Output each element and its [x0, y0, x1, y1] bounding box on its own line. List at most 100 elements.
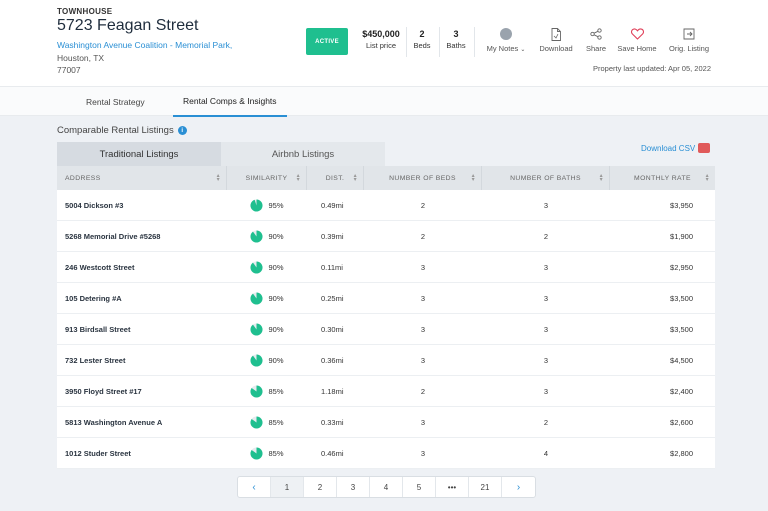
tab-rental-strategy[interactable]: Rental Strategy: [76, 87, 155, 117]
similarity-value: 85%: [268, 417, 284, 427]
similarity-value: 90%: [268, 355, 284, 365]
beds-cell: 2: [420, 200, 426, 210]
download-csv-link[interactable]: Download CSV: [641, 143, 711, 153]
baths-cell: 3: [543, 386, 549, 396]
sort-icon: ▴ ▾: [296, 173, 300, 183]
beds-cell: 2: [420, 231, 426, 241]
prev-page-button[interactable]: ‹: [238, 477, 271, 497]
table-row[interactable]: 5268 Memorial Drive #5268 90% 0.39mi 2 2 $1,9…: [57, 221, 715, 252]
share-button[interactable]: Share: [582, 27, 610, 53]
address-cell[interactable]: 5813 Washington Avenue A: [57, 407, 227, 437]
table-row[interactable]: 105 Detering #A 90% 0.25mi 3 3 $3,500: [57, 283, 715, 314]
address-cell[interactable]: 3950 Floyd Street #17: [57, 376, 227, 406]
page-button[interactable]: 1: [271, 477, 304, 497]
document-icon: [551, 27, 561, 41]
page-button[interactable]: 4: [370, 477, 403, 497]
property-address: 5723 Feagan Street: [57, 17, 199, 34]
table-row[interactable]: 913 Birdsall Street 90% 0.30mi 3 3 $3,500: [57, 314, 715, 345]
my-notes-label: My Notes: [486, 44, 519, 53]
sort-icon: ▴ ▾: [216, 173, 220, 183]
table-row[interactable]: 5004 Dickson #3 95% 0.49mi 2 3 $3,950: [57, 190, 715, 221]
address-cell[interactable]: 105 Detering #A: [57, 283, 227, 313]
section-title-text: Comparable Rental Listings: [57, 125, 174, 136]
address-cell[interactable]: 1012 Studer Street: [57, 438, 227, 468]
next-page-button[interactable]: ›: [502, 477, 535, 497]
divider: [439, 27, 440, 57]
rate-cell: $3,500: [670, 324, 693, 334]
beds-value: 2: [419, 29, 425, 39]
divider: [474, 27, 475, 57]
dist-cell: 0.33mi: [321, 417, 344, 427]
col-dist[interactable]: DIST. ▴ ▾: [307, 166, 364, 190]
rate-cell: $1,900: [670, 231, 693, 241]
col-monthly-rate[interactable]: MONTHLY RATE ▴ ▾: [610, 166, 715, 190]
property-zip: 77007: [57, 65, 81, 75]
stat-beds: 2 Beds: [410, 29, 434, 50]
col-address[interactable]: ADDRESS ▴ ▾: [57, 166, 227, 190]
tab-rental-comps[interactable]: Rental Comps & Insights: [173, 87, 287, 117]
table-row[interactable]: 3950 Floyd Street #17 85% 1.18mi 2 3 $2,400: [57, 376, 715, 407]
orig-listing-button[interactable]: Orig. Listing: [666, 27, 712, 53]
community-link[interactable]: Washington Avenue Coalition - Memorial P…: [57, 40, 232, 50]
page-button[interactable]: 5: [403, 477, 436, 497]
page-button[interactable]: 2: [304, 477, 337, 497]
table-header: ADDRESS ▴ ▾ SIMILARITY ▴ ▾ DIST. ▴ ▾ NUMBER OF…: [57, 166, 715, 190]
page-button[interactable]: 3: [337, 477, 370, 497]
baths-cell: 2: [543, 417, 549, 427]
col-similarity[interactable]: SIMILARITY ▴ ▾: [227, 166, 307, 190]
pagination: ‹ 1 2 3 4 5 ••• 21 ›: [237, 476, 536, 498]
table-row[interactable]: 732 Lester Street 90% 0.36mi 3 3 $4,500: [57, 345, 715, 376]
sort-icon: ▴ ▾: [353, 173, 357, 183]
stat-list-price: $450,000 List price: [360, 29, 402, 50]
similarity-pie-icon: [250, 229, 264, 243]
download-button[interactable]: Download: [536, 27, 576, 53]
save-home-button[interactable]: Save Home: [616, 27, 658, 53]
page-button[interactable]: •••: [436, 477, 469, 497]
beds-cell: 2: [420, 386, 426, 396]
info-icon[interactable]: i: [177, 126, 187, 135]
table-row[interactable]: 5813 Washington Avenue A 85% 0.33mi 3 2 $2,60…: [57, 407, 715, 438]
table-row[interactable]: 246 Westcott Street 90% 0.11mi 3 3 $2,950: [57, 252, 715, 283]
page-button[interactable]: 21: [469, 477, 502, 497]
similarity-pie-icon: [250, 260, 264, 274]
col-dist-label: DIST.: [325, 174, 345, 182]
tab-traditional-listings[interactable]: Traditional Listings: [57, 142, 221, 166]
my-notes-button[interactable]: My Notes ⌄: [484, 27, 528, 53]
baths-cell: 3: [543, 200, 549, 210]
tab-airbnb-listings[interactable]: Airbnb Listings: [221, 142, 385, 166]
col-rate-label: MONTHLY RATE: [634, 174, 691, 182]
col-baths[interactable]: NUMBER OF BATHS ▴ ▾: [482, 166, 610, 190]
orig-listing-label: Orig. Listing: [668, 44, 710, 53]
address-cell[interactable]: 732 Lester Street: [57, 345, 227, 375]
chevron-down-icon: ⌄: [520, 47, 526, 53]
address-cell[interactable]: 5004 Dickson #3: [57, 190, 227, 220]
similarity-pie-icon: [250, 322, 264, 336]
dist-cell: 0.36mi: [321, 355, 344, 365]
similarity-cell: 90%: [227, 221, 307, 251]
col-beds-label: NUMBER OF BEDS: [389, 174, 456, 182]
similarity-value: 95%: [268, 200, 284, 210]
comps-table: ADDRESS ▴ ▾ SIMILARITY ▴ ▾ DIST. ▴ ▾ NUMBER OF…: [57, 166, 715, 469]
beds-cell: 3: [420, 262, 426, 272]
address-cell[interactable]: 246 Westcott Street: [57, 252, 227, 282]
rate-cell: $2,600: [670, 417, 693, 427]
sort-icon: ▴ ▾: [599, 173, 603, 183]
baths-label: Baths: [446, 41, 466, 50]
similarity-value: 90%: [268, 262, 284, 272]
share-icon: [590, 28, 602, 40]
similarity-cell: 90%: [227, 345, 307, 375]
similarity-value: 90%: [268, 231, 284, 241]
status-badge: ACTIVE: [306, 28, 348, 55]
address-cell[interactable]: 913 Birdsall Street: [57, 314, 227, 344]
address-cell[interactable]: 5268 Memorial Drive #5268: [57, 221, 227, 251]
similarity-value: 85%: [268, 386, 284, 396]
similarity-cell: 95%: [227, 190, 307, 220]
similarity-pie-icon: [250, 446, 264, 460]
col-address-label: ADDRESS: [65, 174, 101, 182]
similarity-value: 90%: [268, 324, 284, 334]
list-price-label: List price: [365, 41, 396, 50]
similarity-cell: 90%: [227, 283, 307, 313]
table-row[interactable]: 1012 Studer Street 85% 0.46mi 3 4 $2,800: [57, 438, 715, 469]
col-baths-label: NUMBER OF BATHS: [510, 174, 581, 182]
col-beds[interactable]: NUMBER OF BEDS ▴ ▾: [364, 166, 482, 190]
